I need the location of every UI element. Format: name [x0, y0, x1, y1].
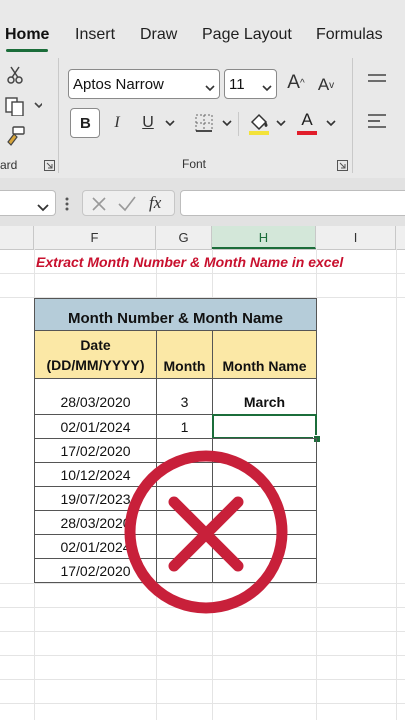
chevron-down-icon[interactable]	[274, 113, 288, 133]
top-align-icon[interactable]	[364, 70, 390, 92]
font-group-label: Font	[182, 157, 207, 171]
font-name-value: Aptos Narrow	[73, 76, 164, 93]
tab-draw[interactable]: Draw	[140, 26, 177, 44]
more-options-icon[interactable]	[62, 194, 72, 214]
borders-icon[interactable]	[192, 110, 216, 136]
font-size-value: 11	[229, 76, 245, 93]
table-title[interactable]: Month Number & Month Name	[34, 298, 317, 331]
align-left-icon[interactable]	[364, 110, 390, 134]
dialog-launcher-icon[interactable]	[43, 159, 55, 171]
copy-icon[interactable]	[4, 94, 42, 116]
caret-down-icon: v	[329, 79, 335, 91]
cell-month-name[interactable]: March	[212, 378, 317, 415]
bold-label: B	[80, 115, 91, 132]
fill-color-icon[interactable]	[246, 108, 272, 138]
chevron-down-icon[interactable]	[163, 113, 177, 133]
gridline	[396, 249, 397, 720]
ribbon: Home Insert Draw Page Layout Formulas ar…	[0, 0, 405, 178]
gridline	[0, 679, 405, 680]
insert-function-button[interactable]: fx	[149, 193, 161, 213]
font-color-button[interactable]: A	[294, 108, 320, 138]
format-painter-icon[interactable]	[4, 124, 26, 148]
column-header-g[interactable]: G	[156, 226, 212, 249]
cell-date[interactable]: 28/03/2020	[34, 378, 157, 415]
tab-insert[interactable]: Insert	[75, 26, 115, 44]
name-box[interactable]	[0, 190, 56, 216]
x-icon[interactable]	[90, 195, 108, 218]
font-color-letter: A	[301, 110, 313, 129]
formula-actions: fx	[82, 190, 175, 216]
ribbon-tabs: Home Insert Draw Page Layout Formulas	[0, 0, 405, 52]
column-header-h[interactable]: H	[212, 226, 316, 249]
gridline	[0, 631, 405, 632]
tab-page-layout[interactable]: Page Layout	[202, 26, 292, 44]
font-size-dropdown[interactable]: 11	[224, 69, 277, 99]
cell-month[interactable]: 3	[156, 378, 213, 415]
caret-up-icon: ^	[299, 77, 305, 89]
italic-label: I	[114, 114, 120, 131]
column-header-i[interactable]: I	[316, 226, 396, 249]
cell-month[interactable]: 1	[156, 414, 213, 439]
increase-font-label: A	[287, 72, 300, 93]
italic-button[interactable]: I	[105, 108, 129, 138]
wrong-cross-icon	[124, 446, 292, 631]
increase-font-size-button[interactable]: A ^	[283, 68, 309, 98]
cut-icon[interactable]	[4, 64, 26, 86]
gridline	[0, 655, 405, 656]
chevron-down-icon	[37, 199, 49, 217]
formula-input[interactable]	[180, 190, 405, 216]
font-color-swatch	[297, 131, 317, 135]
check-icon[interactable]	[117, 195, 137, 218]
header-date[interactable]: Date (DD/MM/YYYY)	[34, 330, 157, 379]
formula-bar: fx	[0, 178, 405, 226]
tab-home[interactable]: Home	[5, 26, 49, 44]
font-name-dropdown[interactable]: Aptos Narrow	[68, 69, 220, 99]
banner-title: Extract Month Number & Month Name in exc…	[36, 254, 344, 270]
clipboard-group-label: ard	[0, 158, 18, 172]
chevron-down-icon	[262, 79, 272, 97]
gridline	[0, 703, 405, 704]
column-header-f[interactable]: F	[34, 226, 156, 249]
chevron-down-icon[interactable]	[324, 113, 338, 133]
active-cell[interactable]	[212, 414, 317, 439]
active-tab-indicator	[6, 49, 48, 52]
dialog-launcher-icon[interactable]	[336, 159, 348, 171]
underline-button[interactable]: U	[137, 108, 159, 138]
decrease-font-size-button[interactable]: Av	[313, 70, 339, 100]
header-month-name[interactable]: Month Name	[212, 330, 317, 379]
tab-formulas[interactable]: Formulas	[316, 26, 383, 44]
button-divider	[238, 112, 239, 136]
fill-color-swatch	[249, 131, 269, 135]
cell-date[interactable]: 02/01/2024	[34, 414, 157, 439]
column-header-row: F G H I	[0, 226, 405, 250]
decrease-font-label: A	[317, 75, 330, 94]
gridline	[0, 273, 405, 274]
header-month[interactable]: Month	[156, 330, 213, 379]
chevron-down-icon[interactable]	[220, 113, 234, 133]
column-header-stub	[0, 226, 34, 249]
bold-button[interactable]: B	[70, 108, 100, 138]
chevron-down-icon	[205, 79, 215, 97]
group-divider	[352, 58, 353, 173]
group-divider	[58, 58, 59, 173]
underline-label: U	[142, 114, 154, 131]
